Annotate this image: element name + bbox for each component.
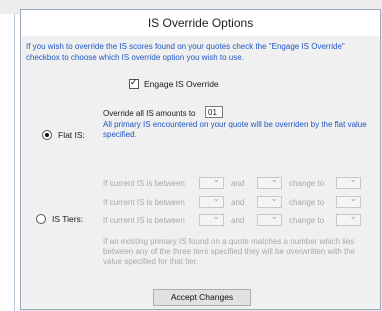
tier-3-value-select[interactable]: [336, 211, 361, 226]
radio-unselected-icon[interactable]: [36, 214, 46, 224]
background-window-left: [0, 14, 20, 311]
accept-changes-button[interactable]: Accept Changes: [153, 289, 251, 306]
is-override-dialog: IS Override Options If you wish to overr…: [20, 9, 381, 310]
background-window-border: [14, 14, 15, 311]
radio-selected-icon[interactable]: [42, 130, 52, 140]
tier-2-value-select[interactable]: [336, 193, 361, 208]
intro-text: If you wish to override the IS scores fo…: [26, 42, 345, 62]
tiers-note: If an existing primary IS found on a quo…: [103, 237, 356, 266]
tier-3-and: and: [231, 215, 245, 225]
tier-1-from-select[interactable]: [199, 174, 224, 189]
is-tiers-radio[interactable]: IS Tiers:: [36, 214, 83, 224]
tier-1-and: and: [231, 178, 245, 188]
tier-3-to-select[interactable]: [257, 211, 282, 226]
override-amount-label: Override all IS amounts to: [103, 109, 196, 118]
tier-2-change-label: change to: [289, 197, 325, 207]
override-amount-input[interactable]: 01: [205, 106, 223, 118]
tier-1-label: If current IS is between: [103, 178, 185, 188]
tier-3-from-select[interactable]: [199, 211, 224, 226]
tier-row-1: If current IS is between and change to: [103, 174, 361, 189]
tier-2-label: If current IS is between: [103, 197, 185, 207]
tier-2-to-select[interactable]: [257, 193, 282, 208]
flat-is-description: All primary IS encountered on your quote…: [103, 120, 367, 139]
tier-1-change-label: change to: [289, 178, 325, 188]
flat-is-label: Flat IS:: [58, 130, 85, 140]
tier-3-label: If current IS is between: [103, 215, 185, 225]
tier-2-from-select[interactable]: [199, 193, 224, 208]
dialog-title: IS Override Options: [21, 10, 380, 36]
tier-row-2: If current IS is between and change to: [103, 193, 361, 208]
tier-row-3: If current IS is between and change to: [103, 211, 361, 226]
engage-override-label: Engage IS Override: [144, 79, 219, 89]
is-tiers-label: IS Tiers:: [52, 214, 84, 224]
flat-is-radio[interactable]: Flat IS:: [42, 130, 85, 140]
tier-3-change-label: change to: [289, 215, 325, 225]
tier-2-and: and: [231, 197, 245, 207]
tier-1-to-select[interactable]: [257, 174, 282, 189]
checkbox-checked-icon[interactable]: [129, 77, 139, 89]
tier-1-value-select[interactable]: [336, 174, 361, 189]
engage-override-checkbox[interactable]: Engage IS Override: [129, 77, 219, 91]
